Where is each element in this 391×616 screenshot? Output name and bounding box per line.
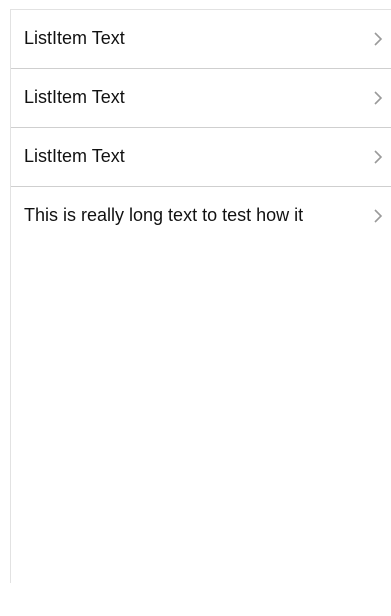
chevron-right-icon	[371, 208, 385, 224]
chevron-right-icon	[371, 90, 385, 106]
list-item-1[interactable]: ListItem Text	[11, 10, 391, 69]
list-item-2[interactable]: ListItem Text	[11, 69, 391, 128]
list-panel: ListItem Text ListItem Text ListItem Tex…	[10, 9, 391, 583]
list-item-4[interactable]: This is really long text to test how it	[11, 187, 391, 245]
list-item-label: ListItem Text	[24, 28, 125, 48]
list-view: ListItem Text ListItem Text ListItem Tex…	[11, 10, 391, 245]
list-item-label: ListItem Text	[24, 146, 125, 166]
screen: ListItem Text ListItem Text ListItem Tex…	[0, 0, 391, 616]
chevron-right-icon	[371, 149, 385, 165]
chevron-right-icon	[371, 31, 385, 47]
list-item-label: This is really long text to test how it	[24, 205, 304, 225]
list-item-label: ListItem Text	[24, 87, 125, 107]
list-item-3[interactable]: ListItem Text	[11, 128, 391, 187]
